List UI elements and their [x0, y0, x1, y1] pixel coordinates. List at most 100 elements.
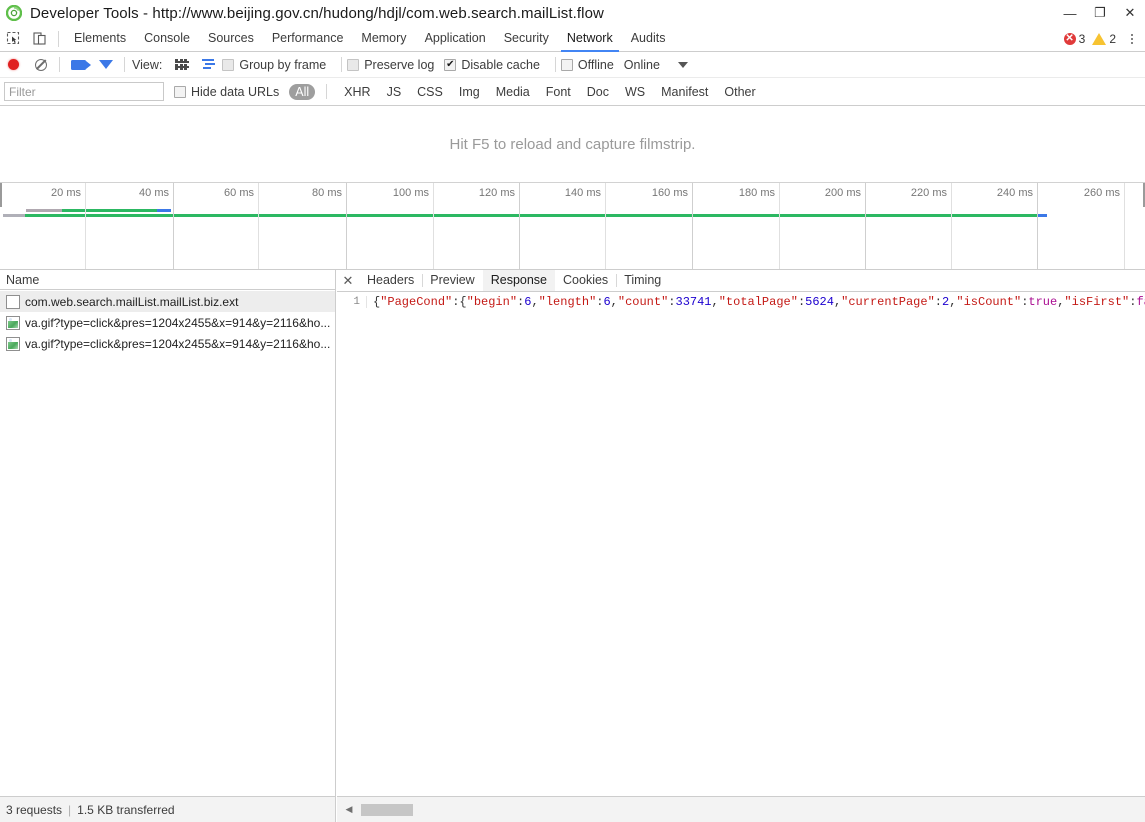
window-title: Developer Tools - http://www.beijing.gov…	[30, 4, 604, 22]
window-controls: — ❐ ✕	[1055, 0, 1145, 26]
error-icon: ✕	[1063, 32, 1076, 45]
overview-gridline	[258, 183, 259, 269]
type-filter-css[interactable]: CSS	[411, 84, 449, 100]
type-filter-manifest[interactable]: Manifest	[655, 84, 714, 100]
clear-button[interactable]	[27, 53, 54, 77]
type-filter-xhr[interactable]: XHR	[338, 84, 376, 100]
detail-horizontal-scrollbar[interactable]: ◀	[337, 796, 1145, 822]
detail-tab-timing[interactable]: Timing	[616, 270, 669, 291]
hide-data-urls-option[interactable]: Hide data URLs	[174, 85, 279, 99]
request-name: va.gif?type=click&pres=1204x2455&x=914&y…	[25, 336, 331, 351]
list-view-icon	[174, 59, 189, 70]
type-filter-all[interactable]: All	[289, 83, 316, 100]
request-bar-1-wait	[26, 209, 62, 212]
type-filter-media[interactable]: Media	[490, 84, 536, 100]
detail-tab-headers[interactable]: Headers	[359, 270, 422, 291]
json-token-pun: :{	[452, 294, 467, 309]
preserve-log-checkbox[interactable]	[347, 58, 360, 71]
throttling-dropdown-button[interactable]	[670, 53, 697, 77]
response-body[interactable]: 1 {"PageCond":{"begin":6,"length":6,"cou…	[337, 293, 1145, 796]
tab-network[interactable]: Network	[558, 26, 622, 52]
minimize-button[interactable]: —	[1055, 0, 1085, 26]
request-list-panel: Name com.web.search.mailList.mailList.bi…	[0, 270, 336, 822]
offline-option[interactable]: Offline	[560, 57, 614, 72]
maximize-button[interactable]: ❐	[1085, 0, 1115, 26]
toolbar-divider	[59, 57, 60, 72]
image-icon	[6, 336, 20, 351]
device-toolbar-icon[interactable]	[26, 27, 52, 51]
record-button[interactable]	[0, 53, 27, 77]
detail-tab-response[interactable]: Response	[482, 270, 556, 291]
preserve-log-option[interactable]: Preserve log	[347, 58, 434, 72]
network-overview[interactable]: 20 ms 40 ms 60 ms 80 ms 100 ms 120 ms 140 ms 16…	[0, 183, 1145, 270]
type-filter-font[interactable]: Font	[540, 84, 577, 100]
preserve-log-label: Preserve log	[364, 57, 435, 72]
scrollbar-thumb[interactable]	[361, 803, 413, 816]
title-bar: Developer Tools - http://www.beijing.gov…	[0, 0, 1145, 26]
request-bar-1-download	[62, 209, 157, 212]
request-name: va.gif?type=click&pres=1204x2455&x=914&y…	[25, 315, 331, 330]
response-json-text[interactable]: {"PageCond":{"begin":6,"length":6,"count…	[367, 295, 1145, 309]
warning-counter[interactable]: 2	[1092, 32, 1116, 46]
offline-label: Offline	[577, 57, 614, 72]
warning-icon	[1092, 32, 1107, 45]
column-header-name[interactable]: Name	[6, 273, 39, 287]
overview-tick-label: 260 ms	[1083, 187, 1120, 199]
tab-audits[interactable]: Audits	[622, 26, 675, 51]
issue-counters: ✕ 3 2	[1063, 32, 1145, 46]
group-by-frame-option[interactable]: Group by frame	[222, 58, 326, 72]
tab-sources[interactable]: Sources	[199, 26, 263, 51]
group-by-frame-checkbox[interactable]	[222, 58, 235, 71]
toolbar-divider	[124, 57, 125, 72]
overview-tick-label: 100 ms	[392, 187, 429, 199]
filter-funnel-icon	[98, 60, 113, 82]
overview-tick-label: 180 ms	[738, 187, 775, 199]
request-list-summary: 3 requests | 1.5 KB transferred	[0, 796, 335, 822]
request-bar-1-end	[157, 209, 171, 212]
request-row[interactable]: com.web.search.mailList.mailList.biz.ext	[0, 291, 335, 312]
type-filter-doc[interactable]: Doc	[581, 84, 615, 100]
json-token-pun: ,	[531, 294, 539, 309]
disable-cache-option[interactable]: Disable cache	[444, 58, 540, 72]
error-counter[interactable]: ✕ 3	[1063, 32, 1085, 46]
filmstrip-hint: Hit F5 to reload and capture filmstrip.	[449, 135, 696, 153]
waterfall-view-button[interactable]	[195, 53, 222, 77]
filmstrip-button[interactable]	[65, 53, 92, 77]
type-filter-img[interactable]: Img	[453, 84, 486, 100]
tab-console[interactable]: Console	[135, 26, 199, 51]
request-row[interactable]: va.gif?type=click&pres=1204x2455&x=914&y…	[0, 333, 335, 354]
filter-toggle-button[interactable]	[92, 53, 119, 82]
request-row[interactable]: va.gif?type=click&pres=1204x2455&x=914&y…	[0, 312, 335, 333]
disable-cache-checkbox[interactable]	[444, 58, 457, 71]
type-filter-other[interactable]: Other	[718, 84, 761, 100]
kebab-menu-icon[interactable]	[1123, 33, 1141, 44]
filter-input[interactable]	[4, 82, 164, 101]
overview-gridline	[692, 183, 693, 269]
waterfall-view-icon	[201, 59, 216, 70]
scroll-left-icon[interactable]: ◀	[341, 802, 357, 818]
scrollbar-track[interactable]	[361, 802, 1141, 817]
list-view-button[interactable]	[168, 53, 195, 77]
close-icon[interactable]: ✕	[337, 270, 359, 291]
tab-application[interactable]: Application	[416, 26, 495, 51]
image-icon	[6, 315, 20, 330]
offline-checkbox[interactable]	[560, 58, 573, 71]
detail-tab-preview[interactable]: Preview	[422, 270, 482, 291]
overview-gridline	[951, 183, 952, 269]
warning-count: 2	[1109, 31, 1116, 46]
tab-elements[interactable]: Elements	[65, 26, 135, 51]
detail-tab-cookies[interactable]: Cookies	[555, 270, 616, 291]
request-list-body: com.web.search.mailList.mailList.biz.ext…	[0, 291, 335, 796]
hide-data-urls-checkbox[interactable]	[174, 85, 186, 98]
type-filter-js[interactable]: JS	[381, 84, 408, 100]
throttling-select[interactable]: Online	[624, 58, 660, 72]
close-button[interactable]: ✕	[1115, 0, 1145, 26]
json-token-str: "PageCond"	[380, 294, 453, 309]
tab-performance[interactable]: Performance	[263, 26, 353, 51]
inspect-cursor-icon[interactable]	[0, 27, 26, 51]
tab-security[interactable]: Security	[495, 26, 558, 51]
json-token-str: "totalPage"	[718, 294, 798, 309]
tab-memory[interactable]: Memory	[352, 26, 415, 51]
overview-gridline	[1124, 183, 1125, 269]
type-filter-ws[interactable]: WS	[619, 84, 651, 100]
